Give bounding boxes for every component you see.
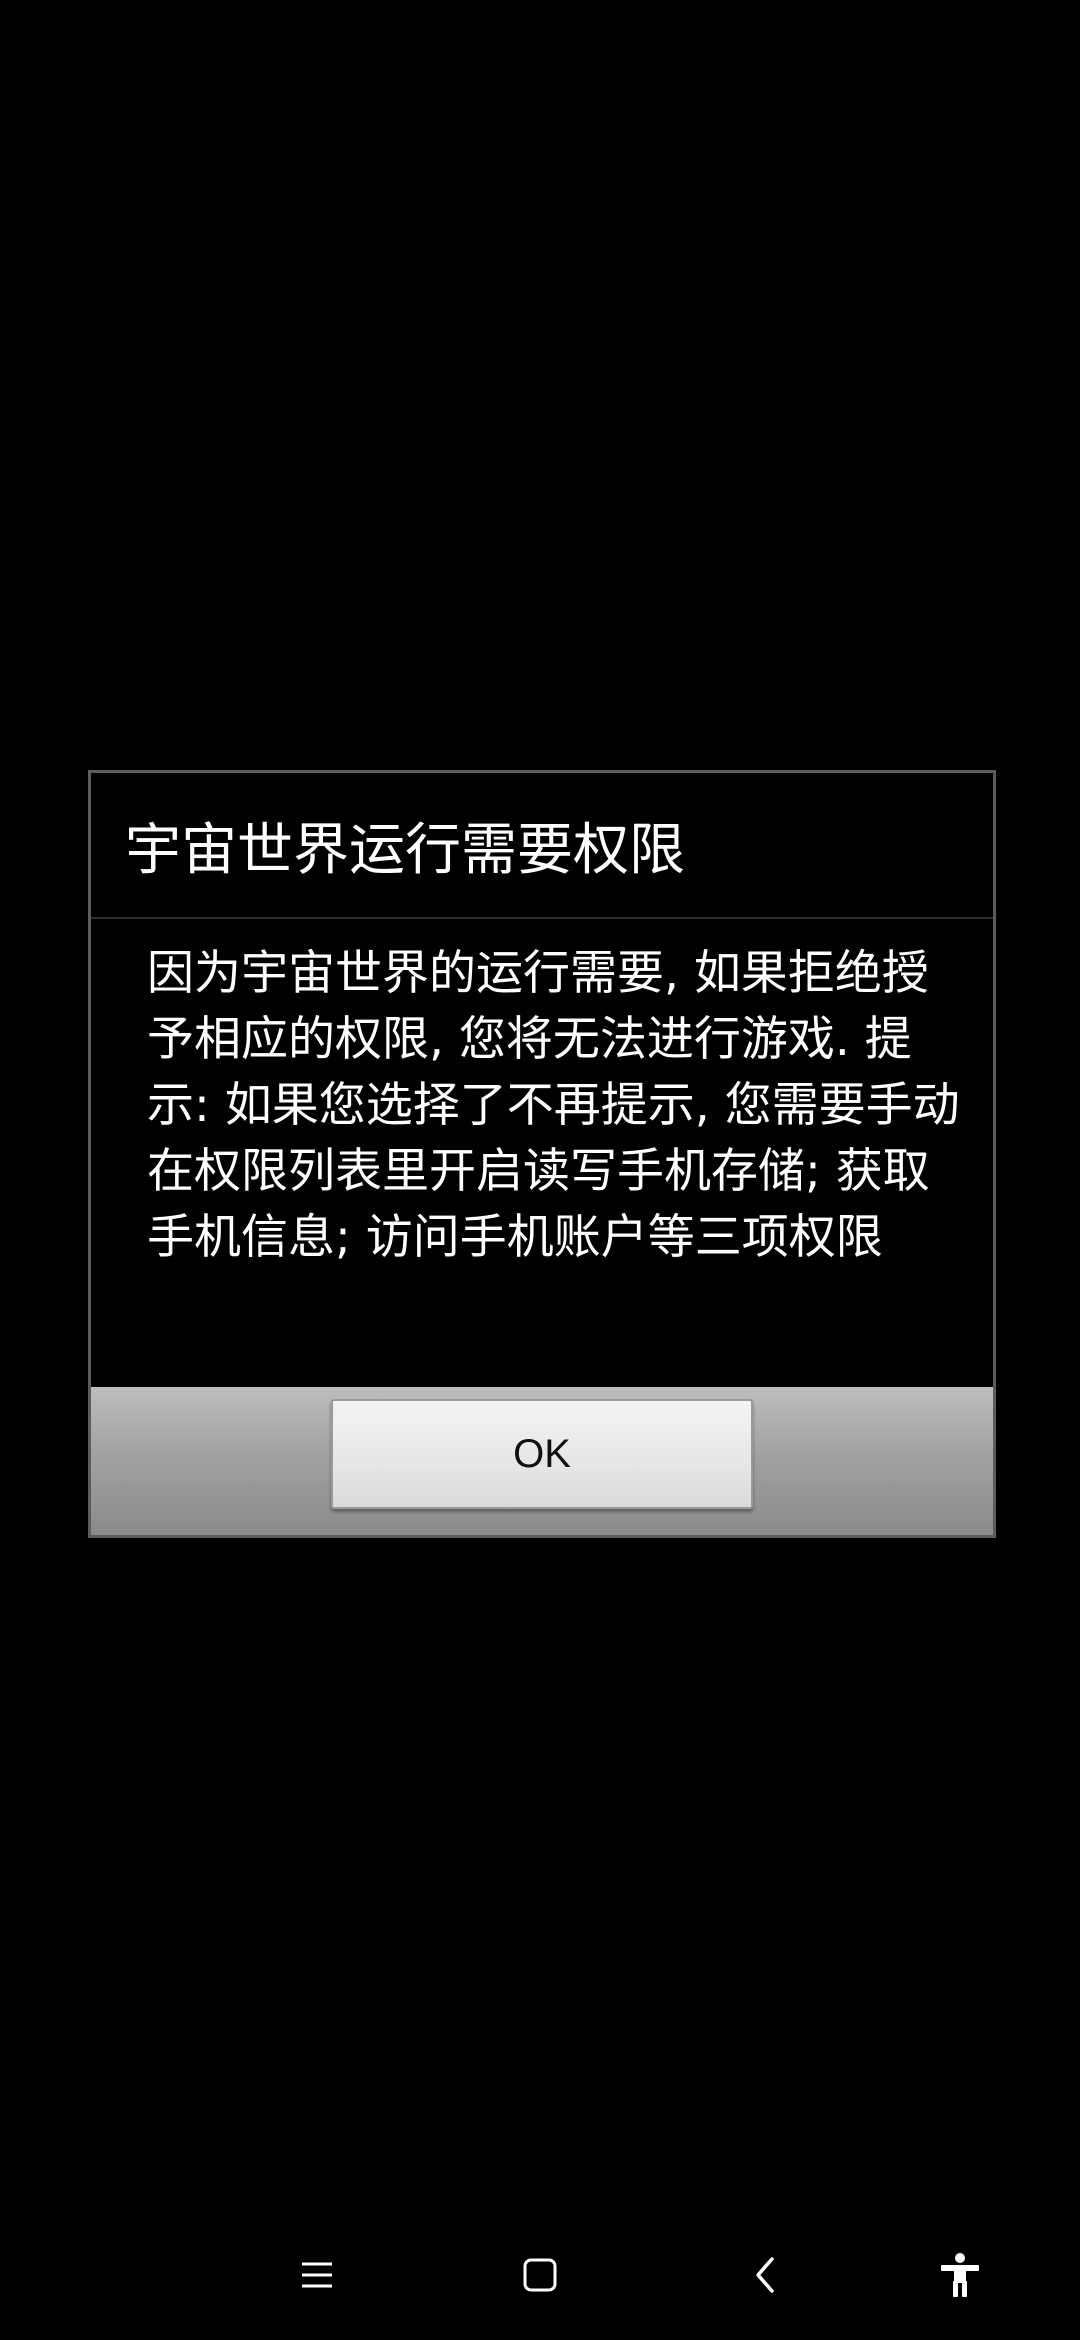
permission-dialog: 宇宙世界运行需要权限 因为宇宙世界的运行需要, 如果拒绝授予相应的权限, 您将无… xyxy=(88,770,996,1538)
ok-button[interactable]: OK xyxy=(331,1399,753,1509)
accessibility-icon xyxy=(941,2253,979,2297)
dialog-title: 宇宙世界运行需要权限 xyxy=(91,773,993,919)
recent-apps-button[interactable] xyxy=(257,2210,377,2340)
screen: 宇宙世界运行需要权限 因为宇宙世界的运行需要, 如果拒绝授予相应的权限, 您将无… xyxy=(0,0,1080,2340)
dialog-message: 因为宇宙世界的运行需要, 如果拒绝授予相应的权限, 您将无法进行游戏. 提示: … xyxy=(147,946,960,1265)
navigation-bar xyxy=(0,2210,1080,2340)
back-button[interactable] xyxy=(706,2210,826,2340)
accessibility-button[interactable] xyxy=(900,2210,1020,2340)
dialog-button-bar: OK xyxy=(91,1387,993,1535)
dialog-message-area: 因为宇宙世界的运行需要, 如果拒绝授予相应的权限, 您将无法进行游戏. 提示: … xyxy=(91,921,993,1265)
menu-icon xyxy=(302,2262,332,2288)
home-icon xyxy=(523,2258,557,2292)
back-icon xyxy=(756,2257,774,2293)
home-button[interactable] xyxy=(480,2210,600,2340)
